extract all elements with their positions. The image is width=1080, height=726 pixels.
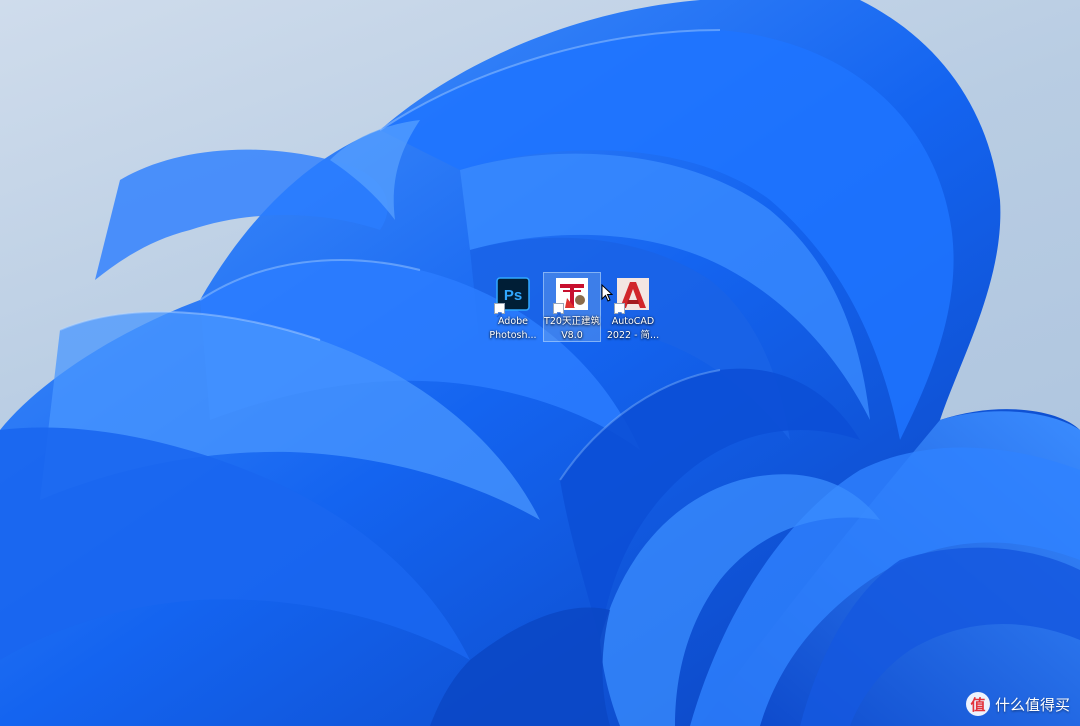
shortcut-arrow-icon bbox=[614, 303, 625, 318]
icon-label-line2: V8.0 bbox=[561, 330, 583, 341]
shortcut-arrow-icon bbox=[553, 303, 564, 318]
photoshop-app-icon: Ps bbox=[494, 276, 532, 318]
desktop-icon-photoshop[interactable]: Ps Adobe Photosh... bbox=[484, 272, 542, 342]
wallpaper-bloom bbox=[0, 0, 1080, 726]
icon-label-line2: Photosh... bbox=[489, 330, 537, 341]
icon-label-line1: T20天正建筑 bbox=[544, 316, 600, 327]
desktop-icon-t20-tianzheng[interactable]: T T20天正建筑 V8.0 bbox=[543, 272, 601, 342]
watermark-logo-icon: 值 bbox=[965, 692, 990, 716]
tianzheng-app-icon: T bbox=[553, 276, 591, 318]
svg-text:T: T bbox=[553, 276, 554, 277]
autocad-app-icon: A bbox=[614, 276, 652, 318]
watermark-text: 什么值得买 bbox=[994, 695, 1070, 714]
shortcut-arrow-icon bbox=[494, 303, 505, 318]
icon-label-line1: AutoCAD bbox=[611, 316, 655, 327]
icon-label-line2: 2022 - 简... bbox=[606, 330, 660, 341]
svg-text:A: A bbox=[614, 276, 615, 277]
mouse-cursor-icon bbox=[601, 284, 613, 302]
icon-label-line1: Adobe bbox=[497, 316, 529, 327]
desktop[interactable]: Ps Adobe Photosh... T T20天正建筑 V8.0 A Aut… bbox=[0, 0, 1080, 726]
watermark: 值 什么值得买 bbox=[965, 692, 1070, 716]
desktop-icon-autocad[interactable]: A AutoCAD 2022 - 简... bbox=[604, 272, 662, 342]
svg-text:Ps: Ps bbox=[504, 287, 522, 304]
